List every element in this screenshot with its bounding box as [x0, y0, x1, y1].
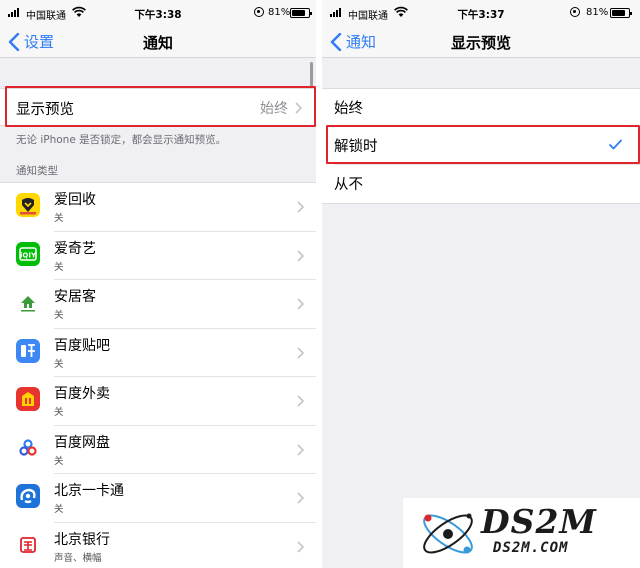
chevron-right-icon — [297, 298, 304, 310]
app-notification-status: 声音、横幅 — [54, 552, 102, 564]
highlight-box — [326, 125, 640, 164]
battery-percent: 81% — [268, 7, 291, 18]
chevron-right-icon — [297, 395, 304, 407]
app-notification-status: 关 — [54, 455, 64, 467]
chevron-right-icon — [297, 443, 304, 456]
atom-logo-icon — [423, 513, 473, 554]
app-row[interactable]: 百度外卖关 — [0, 377, 316, 426]
page-title: 显示预览 — [450, 34, 511, 52]
watermark-url: DS2M.COM — [493, 540, 569, 556]
chevron-right-icon — [297, 540, 304, 553]
app-name: 百度外卖 — [54, 386, 110, 402]
app-row[interactable]: 安居客关 — [0, 280, 316, 329]
app-row[interactable]: 百度贴吧关 — [0, 329, 316, 377]
baidu-wangpan-icon — [16, 435, 40, 460]
app-notification-status: 关 — [54, 504, 64, 515]
app-name: 百度贴吧 — [54, 337, 110, 354]
orientation-lock-icon — [254, 7, 264, 17]
battery-level — [612, 10, 625, 16]
app-row[interactable]: 百度网盘关 — [0, 426, 316, 474]
app-notification-status: 关 — [54, 261, 64, 273]
anjuke-icon — [16, 290, 40, 314]
app-name: 百度网盘 — [54, 434, 110, 451]
section-header: 通知类型 — [16, 165, 58, 177]
battery-percent: 81% — [586, 7, 609, 18]
app-row[interactable]: iQIY 爱奇艺关 — [0, 232, 316, 280]
battery-level — [292, 10, 305, 16]
chevron-right-icon — [297, 346, 304, 359]
orientation-lock-icon — [570, 7, 580, 17]
iqiyi-icon: iQIY — [16, 241, 40, 266]
app-list: 爱回收关 iQIY 爱奇艺关安居客关百度贴吧关百度外卖关百度网盘关北京一卡通关北京银… — [0, 182, 316, 568]
baidu-tieba-icon — [16, 338, 40, 363]
show-preview-screen: 中国联通 下午3:37 81% 通知 显示预览 始终 解锁时 从不 — [322, 0, 640, 568]
chevron-right-icon — [297, 492, 304, 504]
app-name: 北京银行 — [54, 531, 110, 548]
status-bar: 中国联通 下午3:38 81% — [0, 0, 316, 26]
aihuishou-icon — [16, 193, 40, 217]
baidu-waimai-icon — [16, 387, 40, 411]
battery-icon — [290, 8, 312, 18]
app-notification-status: 关 — [54, 310, 64, 321]
beijing-bank-icon — [16, 532, 40, 557]
app-row[interactable]: 爱回收关 — [0, 183, 316, 232]
app-row[interactable]: 北京一卡通关 — [0, 474, 316, 523]
nav-bar: 设置 通知 — [0, 26, 316, 58]
option-label: 始终 — [334, 101, 363, 117]
status-bar: 中国联通 下午3:37 81% — [322, 0, 640, 26]
preview-footnote: 无论 iPhone 是否锁定，都会显示通知预览。 — [16, 134, 227, 146]
notifications-screen: 中国联通 下午3:38 81% 设置 通知 显示预览 始终 无论 iPhone … — [0, 0, 316, 568]
app-name: 北京一卡通 — [54, 483, 124, 499]
app-name: 爱奇艺 — [54, 240, 96, 257]
watermark-text: DS2M — [481, 502, 597, 541]
highlight-box — [5, 86, 316, 127]
chevron-right-icon — [297, 249, 304, 262]
svg-text:iQIY: iQIY — [20, 251, 37, 259]
scroll-indicator — [310, 62, 313, 88]
nav-bar: 通知 显示预览 — [322, 26, 640, 58]
app-name: 安居客 — [54, 289, 96, 305]
beijing-yikatong-icon — [16, 484, 40, 508]
app-notification-status: 关 — [54, 358, 64, 370]
app-name: 爱回收 — [54, 192, 96, 208]
app-row[interactable]: 北京银行 声音、横幅 — [0, 523, 316, 568]
preview-option[interactable]: 从不 — [322, 165, 640, 203]
preview-option[interactable]: 始终 — [322, 89, 640, 127]
battery-icon — [610, 8, 632, 18]
watermark: DS2M DS2M.COM — [403, 498, 640, 568]
app-notification-status: 关 — [54, 213, 64, 224]
app-notification-status: 关 — [54, 407, 64, 418]
option-label: 从不 — [334, 177, 363, 193]
chevron-right-icon — [297, 201, 304, 213]
page-title: 通知 — [142, 34, 173, 52]
